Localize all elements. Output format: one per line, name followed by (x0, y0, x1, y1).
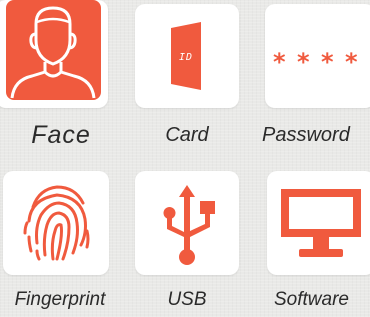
password-label: Password (262, 124, 350, 146)
card-tile[interactable]: ID (135, 4, 239, 108)
face-icon (6, 0, 101, 100)
password-asterisks-icon: * * * * (273, 48, 358, 76)
fingerprint-icon (23, 185, 90, 261)
password-tile[interactable]: * * * * (265, 4, 370, 108)
id-card-icon: ID (171, 22, 201, 90)
software-label: Software (274, 289, 349, 310)
software-tile[interactable] (267, 171, 370, 275)
fingerprint-label: Fingerprint (14, 289, 106, 310)
usb-label: USB (167, 289, 207, 310)
face-tile[interactable] (0, 0, 108, 108)
usb-icon (163, 185, 215, 265)
monitor-icon (281, 189, 361, 257)
svg-text:*: * (345, 48, 358, 76)
card-label: Card (165, 124, 209, 146)
svg-text:*: * (297, 48, 310, 76)
svg-text:*: * (321, 48, 334, 76)
svg-text:*: * (273, 48, 286, 76)
face-label: Face (31, 121, 91, 149)
fingerprint-tile[interactable] (3, 171, 109, 275)
usb-tile[interactable] (135, 171, 239, 275)
svg-text:ID: ID (179, 52, 193, 63)
